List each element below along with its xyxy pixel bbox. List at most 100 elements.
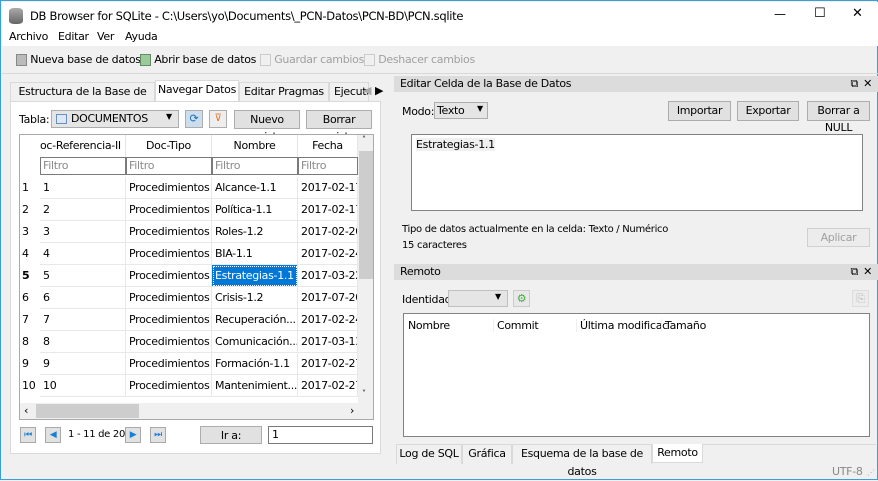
set-null-button[interactable]: Borrar a NULL — [807, 101, 870, 134]
tab-structure[interactable]: Estructura de la Base de datos — [10, 82, 155, 116]
table-cell[interactable]: 2017-07-20 — [298, 287, 358, 309]
table-cell[interactable]: Procedimientos — [126, 331, 212, 353]
table-cell[interactable]: Procedimientos — [126, 177, 212, 199]
tab-db-schema[interactable]: Esquema de la base de datos — [512, 445, 652, 478]
save-changes-button[interactable]: Guardar cambios — [260, 53, 364, 66]
table-cell[interactable]: 2017-02-17 — [298, 199, 358, 221]
row-header[interactable]: 8 — [20, 331, 40, 353]
row-header[interactable]: 5 — [20, 265, 40, 287]
first-page-button[interactable]: ⏮ — [20, 427, 36, 443]
close-dock-icon[interactable]: ✕ — [863, 76, 872, 92]
scroll-left-icon[interactable]: ‹ — [24, 404, 28, 417]
table-cell[interactable]: Procedimientos — [126, 265, 212, 287]
table-cell[interactable]: 2017-03-13 — [298, 331, 358, 353]
scroll-right-icon[interactable]: › — [350, 404, 354, 417]
resize-grip-icon[interactable]: ⋰ — [867, 468, 875, 477]
tab-plot[interactable]: Gráfica — [462, 445, 512, 464]
horizontal-scrollbar[interactable]: ‹ › — [20, 403, 373, 419]
scroll-up-icon[interactable]: ˄ — [362, 135, 366, 144]
previous-page-button[interactable]: ◀ — [45, 427, 61, 443]
table-cell[interactable]: 8 — [40, 331, 126, 353]
import-button[interactable]: Importar — [668, 101, 731, 121]
table-cell[interactable]: 2017-02-24 — [298, 309, 358, 331]
column-header-name[interactable]: Nombre — [408, 319, 450, 332]
menu-ayuda[interactable]: Ayuda — [125, 30, 158, 43]
table-cell[interactable]: 6 — [40, 287, 126, 309]
filter-input[interactable]: Filtro — [298, 157, 358, 175]
table-cell[interactable]: Alcance-1.1 — [212, 177, 298, 199]
tab-browse-data[interactable]: Navegar Datos — [155, 80, 239, 101]
column-header-doc-ref[interactable]: oc-Referencia-II — [40, 135, 126, 157]
table-cell[interactable]: BIA-1.1 — [212, 243, 298, 265]
table-cell[interactable]: Procedimientos — [126, 309, 212, 331]
filter-input[interactable]: Filtro — [126, 157, 212, 175]
table-cell[interactable]: Procedimientos — [126, 353, 212, 375]
table-cell[interactable]: Estrategias-1.1 — [212, 265, 298, 287]
refresh-button[interactable]: ⟳ — [185, 110, 203, 128]
column-header-commit[interactable]: Commit — [493, 319, 539, 332]
delete-record-button[interactable]: Borrar registro — [306, 110, 372, 143]
open-db-button[interactable]: Abrir base de datos — [140, 53, 256, 66]
table-cell[interactable]: Formación-1.1 — [212, 353, 298, 375]
vertical-scrollbar[interactable]: ˄ ˅ — [358, 135, 373, 403]
remote-file-list[interactable]: Nombre Commit Última modificac Tamaño — [403, 313, 870, 437]
vertical-scroll-thumb[interactable] — [359, 151, 373, 279]
table-cell[interactable]: 10 — [40, 375, 126, 397]
table-cell[interactable]: 2017-03-22 — [298, 265, 358, 287]
table-cell[interactable]: 2 — [40, 199, 126, 221]
remote-push-button[interactable]: ⎘ — [852, 290, 869, 307]
table-cell[interactable]: 2017-02-27 — [298, 353, 358, 375]
row-header[interactable]: 1 — [20, 177, 40, 199]
scroll-down-icon[interactable]: ˅ — [362, 389, 366, 398]
minimize-button[interactable]: — — [774, 7, 786, 21]
table-cell[interactable]: Política-1.1 — [212, 199, 298, 221]
next-page-button[interactable]: ▶ — [125, 427, 141, 443]
identity-settings-button[interactable]: ⚙ — [513, 290, 530, 307]
table-cell[interactable]: Procedimientos — [126, 287, 212, 309]
column-header-size[interactable]: Tamaño — [661, 319, 706, 332]
identity-select[interactable]: ▼ — [448, 290, 508, 307]
tab-edit-pragmas[interactable]: Editar Pragmas — [239, 82, 329, 101]
row-header[interactable]: 2 — [20, 199, 40, 221]
table-cell[interactable]: 7 — [40, 309, 126, 331]
menu-archivo[interactable]: Archivo — [9, 30, 48, 43]
row-header[interactable]: 9 — [20, 353, 40, 375]
table-cell[interactable]: Roles-1.2 — [212, 221, 298, 243]
goto-input[interactable]: 1 — [268, 426, 373, 444]
tab-sql-log[interactable]: Log de SQL — [396, 445, 462, 464]
float-dock-icon[interactable]: ⧉ — [850, 76, 858, 92]
tab-scroll-right-icon[interactable]: ▶ — [375, 84, 383, 97]
tab-scroll-left-icon[interactable]: ◀ — [363, 84, 371, 97]
table-cell[interactable]: Comunicación... — [212, 331, 298, 353]
row-header[interactable]: 3 — [20, 221, 40, 243]
table-cell[interactable]: Crisis-1.2 — [212, 287, 298, 309]
table-cell[interactable]: 5 — [40, 265, 126, 287]
column-header-name[interactable]: Nombre — [212, 135, 298, 157]
table-cell[interactable]: 2017-02-27 — [298, 375, 358, 397]
horizontal-scroll-thumb[interactable] — [36, 404, 139, 418]
table-cell[interactable]: Procedimientos — [126, 243, 212, 265]
table-cell[interactable]: Procedimientos — [126, 199, 212, 221]
close-button[interactable]: ✕ — [852, 6, 863, 21]
table-cell[interactable]: 1 — [40, 177, 126, 199]
row-header[interactable]: 10 — [20, 375, 40, 397]
table-select[interactable]: DOCUMENTOS ▼ — [51, 110, 179, 128]
table-cell[interactable]: 9 — [40, 353, 126, 375]
row-header[interactable]: 7 — [20, 309, 40, 331]
table-cell[interactable]: 3 — [40, 221, 126, 243]
menu-ver[interactable]: Ver — [97, 30, 114, 43]
table-cell[interactable]: Mantenimient... — [212, 375, 298, 397]
export-button[interactable]: Exportar — [737, 101, 799, 121]
apply-button[interactable]: Aplicar — [807, 228, 870, 247]
close-dock-icon[interactable]: ✕ — [863, 264, 872, 280]
filter-input[interactable]: Filtro — [212, 157, 298, 175]
mode-select[interactable]: Texto ▼ — [434, 102, 488, 119]
filter-input[interactable]: Filtro — [40, 157, 126, 175]
last-page-button[interactable]: ⏭ — [150, 427, 166, 443]
cell-value-editor[interactable]: Estrategias-1.1 — [411, 134, 863, 211]
maximize-button[interactable]: ☐ — [814, 6, 826, 21]
column-header-doc-type[interactable]: Doc-Tipo — [126, 135, 212, 157]
goto-button[interactable]: Ir a: — [200, 426, 262, 444]
tab-remote[interactable]: Remoto — [652, 444, 703, 463]
table-cell[interactable]: Recuperación... — [212, 309, 298, 331]
